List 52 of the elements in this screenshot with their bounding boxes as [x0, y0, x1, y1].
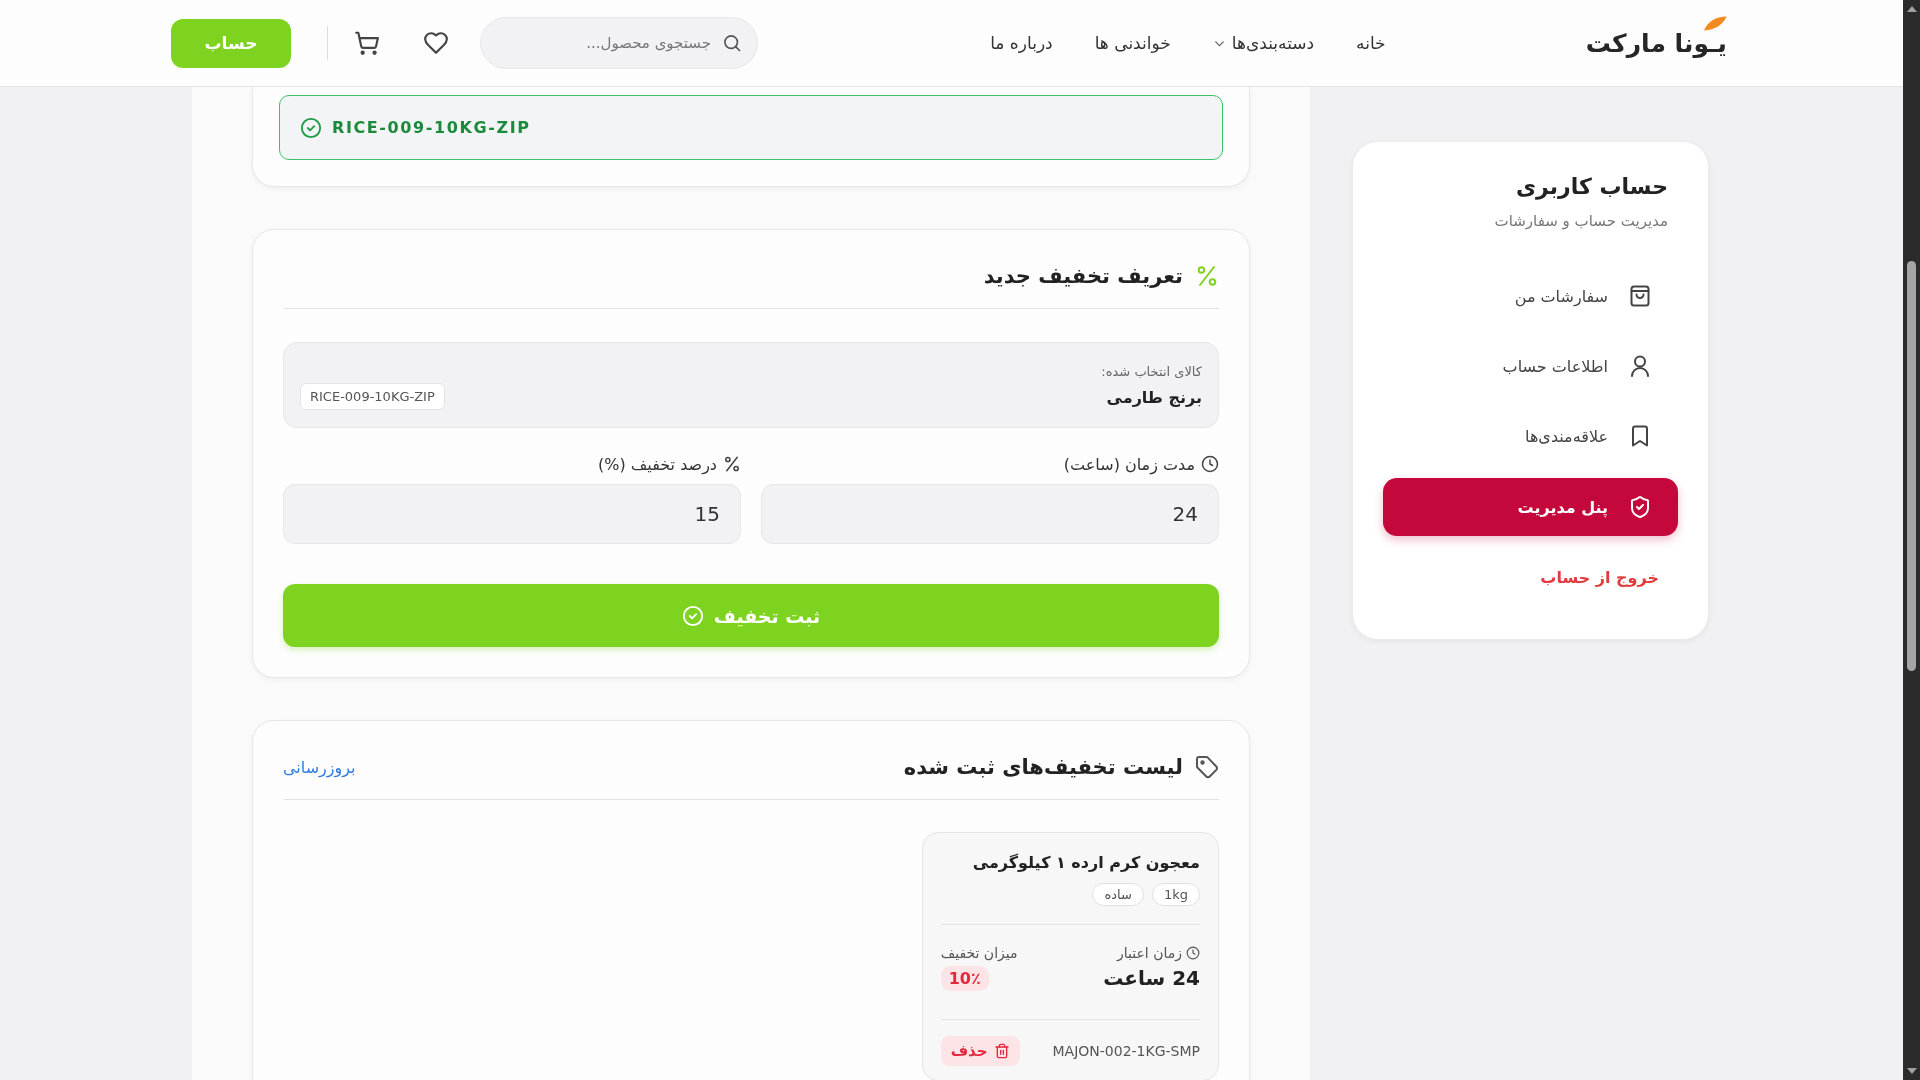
logo-text[interactable]: یـونا مارکت	[1585, 28, 1727, 58]
sidebar-item[interactable]: پنل مدیریت	[1383, 478, 1678, 536]
panel-title: حساب کاربری	[1514, 173, 1669, 202]
scroll-up-icon[interactable]	[1906, 6, 1917, 12]
nav-link[interactable]: درباره ما	[990, 33, 1053, 53]
validity-value: 24 ساعت	[1103, 966, 1200, 990]
section-title: تعریف تخفیف جدید	[983, 263, 1183, 290]
input-field[interactable]: 24	[761, 484, 1219, 544]
stat-label: میزان تخفیف	[940, 945, 1018, 961]
delete-button[interactable]: حذف	[940, 1036, 1020, 1066]
logout-link[interactable]: خروج از حساب	[1521, 556, 1678, 599]
shopping-bag-icon	[1628, 284, 1652, 308]
variant-tag: 1kg	[1151, 883, 1200, 906]
cart-icon[interactable]	[354, 30, 380, 56]
sidebar-item[interactable]: اطلاعات حساب	[1383, 338, 1678, 394]
tag-icon	[1195, 755, 1219, 779]
user-icon	[1628, 354, 1652, 378]
nav-link[interactable]: خانه	[1356, 33, 1386, 53]
leaf-icon	[1703, 15, 1727, 31]
section-title: لیست تخفیف‌های ثبت شده	[903, 754, 1183, 781]
sidebar-item[interactable]: سفارشات من	[1383, 268, 1678, 324]
nav-link[interactable]: خواندنی ها	[1094, 33, 1171, 53]
search-field[interactable]: جستجوی محصول...	[480, 17, 758, 69]
panel-subtitle: مدیریت حساب و سفارشات	[1493, 212, 1669, 230]
sku-text: MAJON-002-1KG-SMP	[1052, 1043, 1200, 1059]
check-circle-icon	[681, 604, 704, 627]
stat-label: زمان اعتبار	[1117, 945, 1182, 961]
variant-tag: ساده	[1092, 883, 1144, 906]
check-circle-icon	[300, 116, 322, 139]
input-field[interactable]: 15	[283, 484, 741, 544]
scrollbar-thumb[interactable]	[1907, 261, 1916, 671]
sku-chip: RICE-009-10KG-ZIP	[300, 383, 445, 410]
clock-icon	[1186, 946, 1200, 960]
trash-icon	[993, 1043, 1010, 1059]
heart-icon[interactable]	[423, 30, 449, 56]
sku-code: RICE-009-10KG-ZIP	[332, 118, 531, 137]
sidebar-item[interactable]: علاقه‌مندی‌ها	[1383, 408, 1678, 464]
nav-link[interactable]: دسته‌بندی‌ها	[1212, 33, 1315, 53]
field-label: درصد تخفیف (%)	[598, 454, 717, 474]
scroll-down-icon[interactable]	[1906, 1068, 1917, 1074]
discount-badge: 10٪	[940, 966, 989, 991]
scrollbar[interactable]	[1903, 0, 1920, 1080]
percent-icon	[1195, 264, 1219, 288]
field-label: مدت زمان (ساعت)	[1063, 454, 1195, 474]
product-name: معجون کرم ارده ۱ کیلوگرمی	[971, 852, 1200, 874]
product-name: برنج طارمی	[1105, 388, 1202, 407]
refresh-link[interactable]: بروزرسانی	[283, 757, 356, 777]
percent-icon	[723, 455, 741, 473]
product-label: کالای انتخاب شده:	[1101, 364, 1202, 379]
search-icon	[722, 33, 742, 53]
clock-icon	[1201, 455, 1219, 473]
shield-check-icon	[1628, 495, 1652, 519]
